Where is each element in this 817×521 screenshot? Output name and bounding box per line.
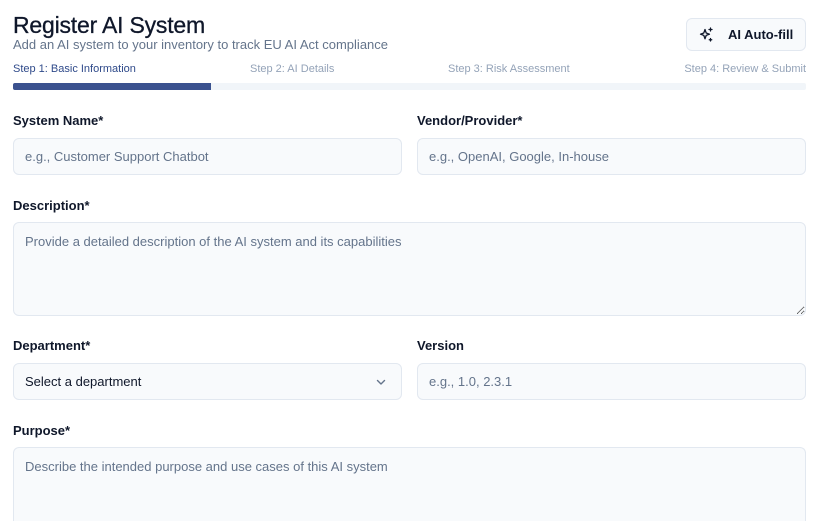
department-selected-value: Select a department	[25, 374, 142, 389]
vendor-label: Vendor/Provider*	[417, 113, 523, 128]
ai-autofill-label: AI Auto-fill	[728, 27, 794, 42]
version-input[interactable]	[417, 363, 806, 400]
chevron-down-icon	[375, 376, 387, 388]
description-label: Description*	[13, 198, 90, 213]
wizard-progress-bar	[13, 83, 806, 90]
wizard-progress-fill	[13, 83, 212, 90]
description-textarea[interactable]	[13, 222, 806, 316]
vendor-input[interactable]	[417, 138, 806, 175]
step-risk-assessment[interactable]: Step 3: Risk Assessment	[448, 63, 570, 76]
purpose-label: Purpose*	[13, 423, 71, 438]
step-basic-information[interactable]: Step 1: Basic Information	[13, 63, 136, 76]
sparkles-icon	[698, 26, 714, 43]
version-label: Version	[417, 338, 464, 353]
ai-autofill-button[interactable]: AI Auto-fill	[686, 18, 806, 51]
department-label: Department*	[13, 338, 91, 353]
purpose-textarea[interactable]	[13, 447, 806, 521]
wizard-steps: Step 1: Basic Information Step 2: AI Det…	[13, 63, 806, 77]
step-review-submit[interactable]: Step 4: Review & Submit	[684, 63, 806, 76]
department-select[interactable]: Select a department	[13, 363, 402, 400]
step-ai-details[interactable]: Step 2: AI Details	[250, 63, 334, 76]
system-name-input[interactable]	[13, 138, 402, 175]
page-subtitle: Add an AI system to your inventory to tr…	[13, 37, 389, 52]
page-title: Register AI System	[13, 12, 205, 38]
register-ai-system-page: Register AI System Add an AI system to y…	[0, 0, 817, 521]
system-name-label: System Name*	[13, 113, 104, 128]
